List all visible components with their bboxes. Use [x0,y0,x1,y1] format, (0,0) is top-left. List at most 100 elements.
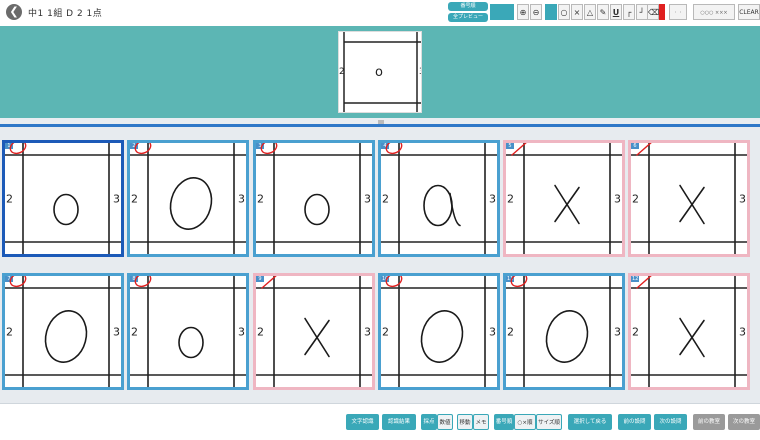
answer-right-digit: 3 [238,193,245,206]
answer-right-digit: 3 [739,326,746,339]
answer-card[interactable]: 223 [127,140,249,257]
answer-scan: 23 [506,143,622,254]
next-classroom-button[interactable]: 次の教室 [728,414,760,430]
red-slash-mark-icon [261,276,277,289]
prev-classroom-button[interactable]: 前の教室 [693,414,725,430]
answer-scan: 23 [130,143,246,254]
answer-scan: 23 [256,276,372,387]
answer-left-digit: 2 [131,193,138,206]
seg-grading[interactable]: 採点 [421,414,437,430]
red-circle-mark-icon [134,143,152,155]
preview-left-digit: 2 [339,67,345,77]
mark-circle-button[interactable]: ○ [558,4,570,20]
preview-drawing: 2 3 o [339,32,422,112]
preview-answer: o [375,65,383,80]
answer-card[interactable]: 923 [253,273,375,390]
stroke-size-control[interactable]: · · [669,4,687,20]
answer-right-digit: 3 [739,193,746,206]
answer-scan: 23 [5,143,121,254]
answer-right-digit: 3 [113,326,120,339]
full-preview-button[interactable]: 全プレビュー [448,13,488,22]
seg-move[interactable]: 移動 [457,414,473,430]
underline-button[interactable]: U [610,4,622,20]
red-circle-mark-icon [385,276,403,288]
answer-card[interactable]: 123 [2,140,124,257]
answer-scan: 23 [631,276,747,387]
answer-card[interactable]: 423 [378,140,500,257]
answer-left-digit: 2 [632,326,639,339]
pen-icon[interactable]: ✎ [597,4,609,20]
sort-number-button[interactable]: 番号順 [448,2,488,11]
red-circle-mark-icon [510,276,528,288]
answer-card[interactable]: 523 [503,140,625,257]
answer-left-digit: 2 [6,326,13,339]
text-recognition-button[interactable]: 文字認識 [346,414,379,430]
handwritten-o [178,326,204,359]
answer-right-digit: 3 [238,326,245,339]
seg-memo[interactable]: メモ [473,414,489,430]
handwritten-o [53,193,79,226]
answer-right-digit: 3 [364,326,371,339]
grid-view-icon[interactable] [545,4,557,20]
answer-left-digit: 2 [507,326,514,339]
next-question-button[interactable]: 次の設問 [654,414,687,430]
eraser-icon[interactable]: ⌫ [647,4,659,20]
handwritten-o [420,310,464,363]
answer-card[interactable]: 323 [253,140,375,257]
seg-value[interactable]: 数値 [437,414,453,430]
red-circle-mark-icon [9,276,27,288]
clear-button[interactable]: CLEAR [738,4,760,20]
answer-card[interactable]: 10 2 3 [378,273,500,390]
answer-left-digit: 2 [382,326,389,339]
layout-toggle-icon[interactable] [490,4,514,20]
bottom-bar: 文字認識 認識結果 採点 数値 移動 メモ 番号順 ○×順 サイズ順 選択して戻… [0,403,760,440]
answer-preview: 2 3 o [338,31,422,113]
answer-right-digit: 3 [113,193,120,206]
answer-right-digit: 3 [489,326,496,339]
answer-scan: 23 [5,276,121,387]
handwritten-a [423,184,453,227]
answer-left-digit: 2 [382,193,389,206]
answer-scan: 23 [506,276,622,387]
answer-right-digit: 3 [614,193,621,206]
red-circle-mark-icon [134,276,152,288]
answer-left-digit: 2 [6,193,13,206]
answer-scan: 23 [256,143,372,254]
answer-card[interactable]: 623 [628,140,750,257]
handwritten-o [169,177,213,230]
pen-color-swatch[interactable] [659,4,665,20]
red-slash-mark-icon [636,143,652,156]
answer-left-digit: 2 [507,193,514,206]
answer-left-digit: 2 [257,193,264,206]
red-slash-mark-icon [511,143,527,156]
mark-triangle-button[interactable]: △ [584,4,596,20]
answer-card[interactable]: 823 [127,273,249,390]
handwritten-o [44,310,88,363]
answer-card[interactable]: 11 2 3 [503,273,625,390]
select-and-return-button[interactable]: 選択して戻る [568,414,612,430]
mark-cross-button[interactable]: × [571,4,583,20]
zoom-out-icon[interactable]: ⊖ [530,4,542,20]
answer-scan: 23 [130,276,246,387]
answer-card[interactable]: 12 2 3 [628,273,750,390]
mini-marks-control[interactable]: ○○○ ××× [693,4,735,20]
answer-scan: 23 [631,143,747,254]
answer-scan: 23 [381,143,497,254]
page-title: 中1 1組 D 2 1点 [28,9,103,19]
recognition-result-button[interactable]: 認識結果 [382,414,416,430]
handwritten-o [545,310,589,363]
answer-left-digit: 2 [131,326,138,339]
zoom-in-icon[interactable]: ⊕ [517,4,529,20]
top-bar: ❮ 中1 1組 D 2 1点 番号順 全プレビュー ⊕ ⊖ ○ × △ ✎ U … [0,0,760,26]
red-circle-mark-icon [260,143,278,155]
seg-mark-order[interactable]: ○×順 [514,414,536,430]
seg-number-order[interactable]: 番号順 [494,414,514,430]
answer-card[interactable]: 723 [2,273,124,390]
seg-size-order[interactable]: サイズ順 [536,414,562,430]
prev-question-button[interactable]: 前の設問 [618,414,651,430]
back-arrow-icon[interactable]: ❮ [6,4,22,20]
answer-left-digit: 2 [632,193,639,206]
preview-right-digit: 3 [419,67,422,77]
red-slash-mark-icon [636,276,652,289]
corner-left-icon[interactable]: ┌ [623,4,635,20]
